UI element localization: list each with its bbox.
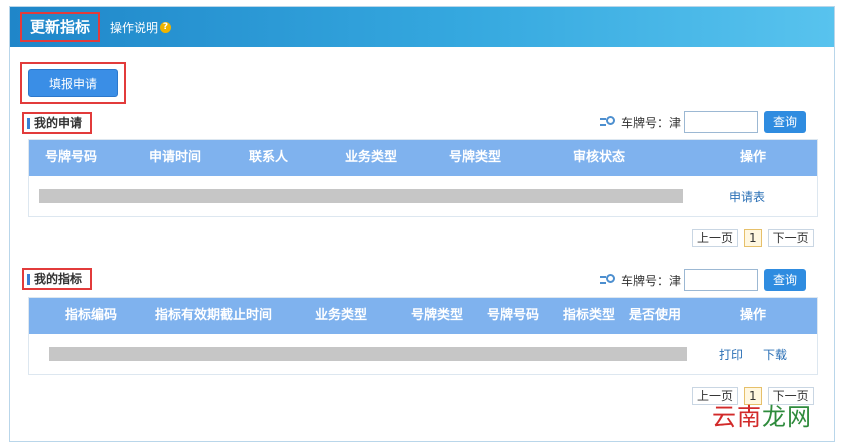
redacted-row-content <box>39 189 683 203</box>
section-title-my-applications: 我的申请 <box>22 112 92 134</box>
col-header: 指标有效期截止时间 <box>155 308 273 323</box>
print-link[interactable]: 打印 <box>719 346 743 363</box>
col-header: 申请时间 <box>149 150 202 165</box>
quotas-table: 指标编码 指标有效期截止时间 业务类型 号牌类型 号牌号码 指标类型 是否使用 … <box>28 297 818 375</box>
search-icon <box>600 273 618 287</box>
pager-applications: 上一页 1 下一页 <box>692 229 814 247</box>
col-header: 号牌类型 <box>411 308 464 323</box>
plate-search-label: 车牌号：津 <box>621 273 682 288</box>
plate-search-input[interactable] <box>684 111 759 133</box>
page-header: 更新指标 操作说明 ? <box>10 7 834 47</box>
col-header: 审核状态 <box>573 150 626 165</box>
query-button[interactable]: 查询 <box>764 269 807 291</box>
help-link-label: 操作说明 <box>110 21 159 35</box>
prev-page-button[interactable]: 上一页 <box>692 229 739 247</box>
section-title-my-quotas: 我的指标 <box>22 268 92 290</box>
col-header: 业务类型 <box>315 308 368 323</box>
section-marker-icon <box>27 118 30 129</box>
plate-search-input[interactable] <box>684 269 759 291</box>
col-header: 指标类型 <box>563 308 616 323</box>
redacted-row-content <box>49 347 687 361</box>
col-header: 是否使用 <box>629 308 682 323</box>
search-icon <box>600 115 618 129</box>
help-link[interactable]: 操作说明 ? <box>110 19 172 36</box>
col-header: 业务类型 <box>345 150 398 165</box>
col-header: 操作 <box>740 308 767 323</box>
table-row: 打印 下载 <box>29 334 817 374</box>
download-link[interactable]: 下载 <box>763 346 787 363</box>
search-bar-quotas: 车牌号：津 查询 <box>600 269 807 291</box>
search-bar-applications: 车牌号：津 查询 <box>600 111 807 133</box>
col-header: 号牌类型 <box>449 150 502 165</box>
site-watermark: 云南龙网 <box>712 403 812 431</box>
application-form-link[interactable]: 申请表 <box>729 188 765 205</box>
query-button[interactable]: 查询 <box>764 111 807 133</box>
table-header: 指标编码 指标有效期截止时间 业务类型 号牌类型 号牌号码 指标类型 是否使用 … <box>29 298 817 334</box>
col-header: 号牌号码 <box>487 308 540 323</box>
col-header: 号牌号码 <box>45 150 98 165</box>
table-row: 申请表 <box>29 176 817 216</box>
section-marker-icon <box>27 274 30 285</box>
main-panel: 更新指标 操作说明 ? 填报申请 我的申请 车牌号：津 查询 号牌号码 申请时间… <box>9 6 835 442</box>
col-header: 指标编码 <box>65 308 118 323</box>
table-header: 号牌号码 申请时间 联系人 业务类型 号牌类型 审核状态 操作 <box>29 140 817 176</box>
next-page-button[interactable]: 下一页 <box>767 229 814 247</box>
plate-search-label: 车牌号：津 <box>621 115 682 130</box>
col-header: 联系人 <box>249 150 289 165</box>
apply-button[interactable]: 填报申请 <box>28 69 118 97</box>
col-header: 操作 <box>740 150 767 165</box>
apply-button-highlight: 填报申请 <box>20 62 126 104</box>
current-page[interactable]: 1 <box>744 229 762 247</box>
applications-table: 号牌号码 申请时间 联系人 业务类型 号牌类型 审核状态 操作 申请表 <box>28 139 818 217</box>
help-icon[interactable]: ? <box>160 22 172 33</box>
page-title: 更新指标 <box>20 12 100 42</box>
